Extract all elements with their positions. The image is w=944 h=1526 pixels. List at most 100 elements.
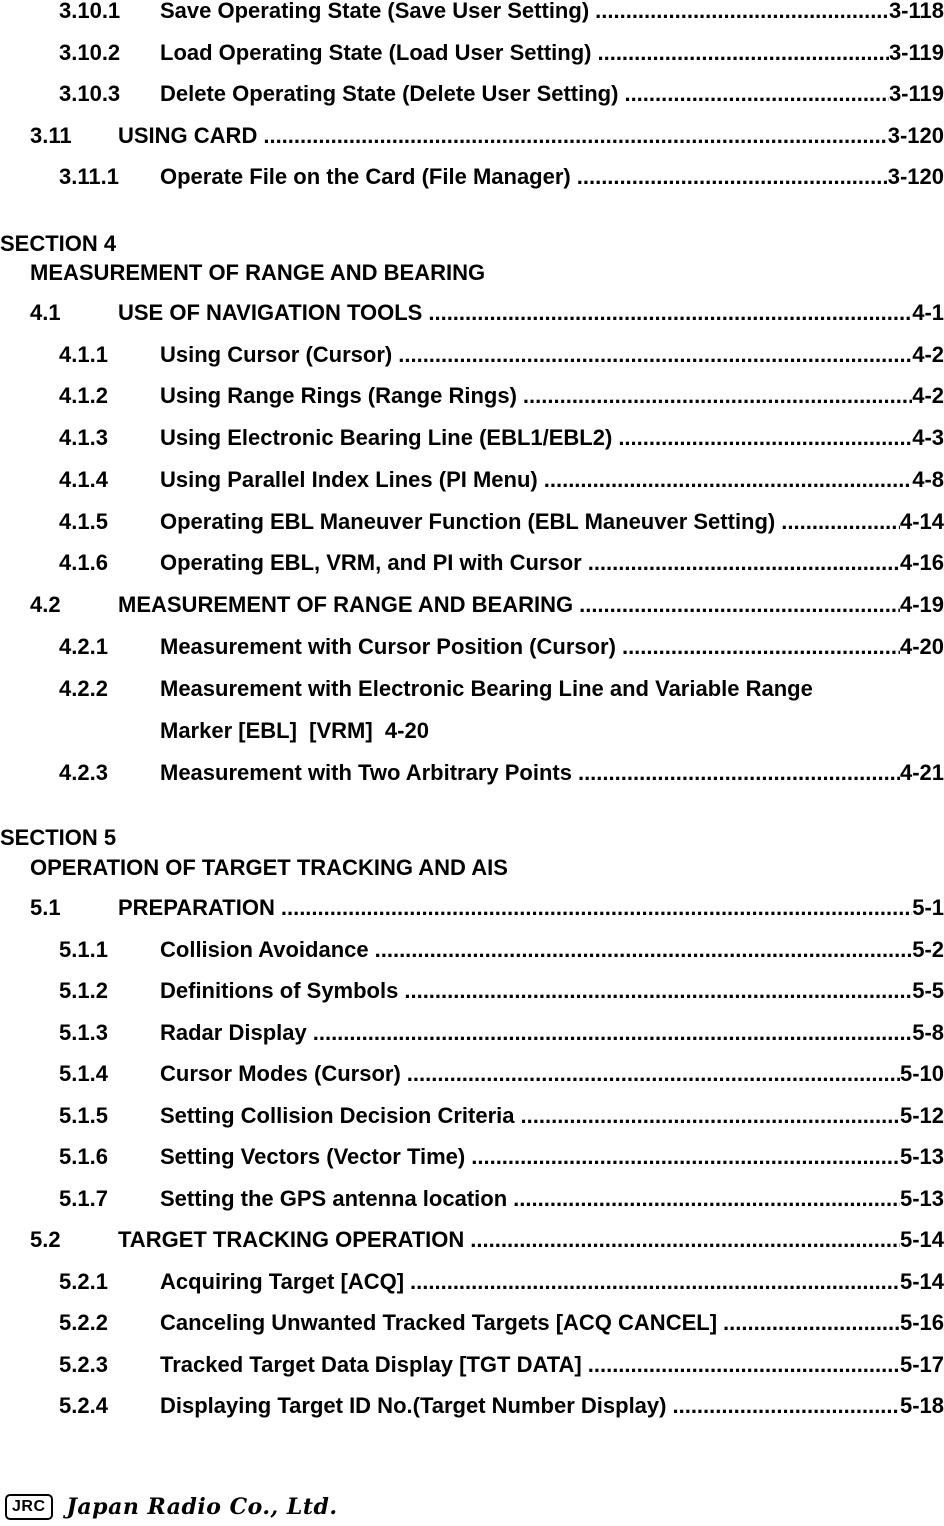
toc-entry-line: PREPARATION 5-1 bbox=[118, 893, 944, 923]
toc-entry-page: 3-120 bbox=[887, 162, 944, 192]
toc-entry-title: Operating EBL Maneuver Function (EBL Man… bbox=[160, 506, 782, 537]
jrc-logo: JRC bbox=[5, 1494, 53, 1520]
toc-entry-4-2-1[interactable]: 4.2.1 Measurement with Cursor Position (C… bbox=[0, 631, 944, 662]
toc-entry-line: Using Electronic Bearing Line (EBL1/EBL2… bbox=[160, 423, 944, 454]
toc-entry-line: Operating EBL Maneuver Function (EBL Man… bbox=[160, 506, 944, 537]
toc-entry-5-2[interactable]: 5.2 TARGET TRACKING OPERATION 5-14 bbox=[0, 1225, 944, 1255]
toc-entry-3-10-2[interactable]: 3.10.2 Load Operating State (Load User Se… bbox=[0, 37, 944, 68]
dot-leader bbox=[544, 465, 912, 495]
toc-entry-title: Canceling Unwanted Tracked Targets [ACQ … bbox=[160, 1308, 724, 1338]
toc-entry-title: Measurement with Cursor Position (Cursor… bbox=[160, 631, 622, 662]
toc-entry-4-1-2[interactable]: 4.1.2 Using Range Rings (Range Rings) 4-2 bbox=[0, 381, 944, 412]
toc-entry-3-10-1[interactable]: 3.10.1 Save Operating State (Save User Se… bbox=[0, 0, 944, 26]
toc-entry-5-1-5[interactable]: 5.1.5 Setting Collision Decision Criteria… bbox=[0, 1100, 944, 1131]
dot-leader bbox=[375, 935, 913, 965]
dot-leader bbox=[595, 0, 889, 26]
toc-entry-title-line2[interactable]: Marker [EBL] [VRM] 4-20 bbox=[160, 716, 429, 746]
dot-leader bbox=[624, 79, 888, 109]
toc-entry-number: 3.10.1 bbox=[59, 0, 121, 23]
toc-entry-number: 5.2 bbox=[30, 1227, 61, 1252]
toc-entry-page: 3-118 bbox=[888, 0, 944, 26]
toc-entry-number: 5.1.3 bbox=[59, 1019, 108, 1045]
dot-leader bbox=[597, 38, 888, 68]
toc-entry-5-2-3[interactable]: 5.2.3 Tracked Target Data Display [TGT DA… bbox=[0, 1349, 944, 1380]
toc-entry-3-11-1[interactable]: 3.11.1 Operate File on the Card (File Man… bbox=[0, 162, 944, 192]
toc-entry-page: 5-17 bbox=[899, 1349, 944, 1380]
dot-leader bbox=[410, 1267, 900, 1297]
toc-entry-4-2-3[interactable]: 4.2.3 Measurement with Two Arbitrary Poi… bbox=[0, 758, 944, 788]
dot-leader bbox=[398, 340, 912, 370]
toc-entry-title: Measurement with Two Arbitrary Points bbox=[160, 758, 578, 788]
toc-entry-number: 3.11.1 bbox=[59, 164, 119, 189]
toc-entry-line: Tracked Target Data Display [TGT DATA] 5-… bbox=[160, 1349, 944, 1380]
dot-leader bbox=[263, 121, 887, 151]
toc-entry-4-1[interactable]: 4.1 USE OF NAVIGATION TOOLS 4-1 bbox=[0, 298, 944, 328]
dot-leader bbox=[281, 893, 912, 923]
toc-entry-title: Using Cursor (Cursor) bbox=[160, 339, 399, 370]
toc-entry-line: Using Parallel Index Lines (PI Menu) 4-8 bbox=[160, 464, 944, 495]
toc-entry-line: MEASUREMENT OF RANGE AND BEARING 4-19 bbox=[118, 589, 944, 620]
toc-entry-title: Save Operating State (Save User Setting) bbox=[160, 0, 596, 26]
toc-entry-5-1[interactable]: 5.1 PREPARATION 5-1 bbox=[0, 893, 944, 923]
toc-entry-5-1-1[interactable]: 5.1.1 Collision Avoidance 5-2 bbox=[0, 934, 944, 965]
toc-entry-4-1-4[interactable]: 4.1.4 Using Parallel Index Lines (PI Menu… bbox=[0, 464, 944, 495]
toc-entry-5-1-7[interactable]: 5.1.7 Setting the GPS antenna location 5-1… bbox=[0, 1183, 944, 1214]
toc-entry-number: 5.1.2 bbox=[59, 978, 108, 1003]
toc-entry-4-2[interactable]: 4.2 MEASUREMENT OF RANGE AND BEARING 4-19 bbox=[0, 589, 944, 620]
toc-entry-line: Setting Collision Decision Criteria 5-12 bbox=[160, 1100, 944, 1131]
toc-entry-title: Collision Avoidance bbox=[160, 934, 375, 965]
toc-entry-line: Collision Avoidance 5-2 bbox=[160, 934, 944, 965]
toc-entry-5-1-2[interactable]: 5.1.2 Definitions of Symbols 5-5 bbox=[0, 976, 944, 1006]
toc-entry-4-2-2[interactable]: 4.2.2 Measurement with Electronic Bearin… bbox=[0, 674, 944, 704]
toc-entry-page: 4-21 bbox=[899, 758, 944, 788]
toc-entry-page: 5-13 bbox=[899, 1183, 944, 1214]
toc-entry-page: 5-2 bbox=[912, 934, 944, 965]
toc-entry-5-1-3[interactable]: 5.1.3 Radar Display 5-8 bbox=[0, 1017, 944, 1048]
dot-leader bbox=[577, 162, 888, 192]
toc-entry-number: 4.2.2 bbox=[59, 676, 108, 701]
section-5-label: SECTION 5 bbox=[0, 825, 117, 850]
dot-leader bbox=[618, 423, 912, 453]
toc-entry-line: Setting the GPS antenna location 5-13 bbox=[160, 1183, 944, 1214]
toc-entry-3-10-3[interactable]: 3.10.3 Delete Operating State (Delete Use… bbox=[0, 79, 944, 109]
toc-entry-line: Definitions of Symbols 5-5 bbox=[160, 976, 944, 1006]
toc-entry-4-1-5[interactable]: 4.1.5 Operating EBL Maneuver Function (EB… bbox=[0, 506, 944, 537]
toc-entry-5-1-4[interactable]: 5.1.4 Cursor Modes (Cursor) 5-10 bbox=[0, 1059, 944, 1089]
toc-entry-line: Delete Operating State (Delete User Sett… bbox=[160, 79, 944, 109]
toc-entry-5-2-2[interactable]: 5.2.2 Canceling Unwanted Tracked Targets … bbox=[0, 1308, 944, 1338]
toc-entry-line: Using Range Rings (Range Rings) 4-2 bbox=[160, 381, 944, 412]
toc-entry-number: 5.2.3 bbox=[59, 1351, 108, 1377]
toc-entry-number: 5.1 bbox=[30, 895, 61, 920]
dot-leader bbox=[672, 1391, 899, 1421]
toc-entry-page: 4-2 bbox=[912, 381, 944, 412]
dot-leader bbox=[588, 548, 900, 578]
dot-leader bbox=[471, 1142, 900, 1172]
dot-leader bbox=[313, 1018, 912, 1048]
toc-entry-number: 5.1.5 bbox=[59, 1102, 108, 1128]
toc-entry-page: 5-12 bbox=[899, 1100, 944, 1131]
toc-entry-3-11[interactable]: 3.11 USING CARD 3-120 bbox=[0, 120, 944, 151]
toc-entry-4-1-3[interactable]: 4.1.3 Using Electronic Bearing Line (EBL1… bbox=[0, 423, 944, 454]
toc-entry-5-1-6[interactable]: 5.1.6 Setting Vectors (Vector Time) 5-13 bbox=[0, 1142, 944, 1172]
toc-entry-title: Using Parallel Index Lines (PI Menu) bbox=[160, 464, 544, 495]
toc-entry-4-1-1[interactable]: 4.1.1 Using Cursor (Cursor) 4-2 bbox=[0, 339, 944, 370]
toc-entry-5-2-1[interactable]: 5.2.1 Acquiring Target [ACQ] 5-14 bbox=[0, 1266, 944, 1297]
toc-entry-line: Acquiring Target [ACQ] 5-14 bbox=[160, 1266, 944, 1297]
toc-entry-4-1-6[interactable]: 4.1.6 Operating EBL, VRM, and PI with Cur… bbox=[0, 548, 944, 579]
toc-entry-title: Displaying Target ID No.(Target Number D… bbox=[160, 1391, 673, 1421]
toc-entry-number: 4.1 bbox=[30, 300, 61, 325]
toc-entry-page: 5-5 bbox=[912, 976, 944, 1006]
toc-entry-title: Setting the GPS antenna location bbox=[160, 1183, 514, 1214]
dot-leader bbox=[407, 1059, 900, 1089]
toc-entry-title-line1: Measurement with Electronic Bearing Line… bbox=[160, 676, 813, 701]
toc-entry-number: 5.2.2 bbox=[59, 1310, 108, 1335]
toc-entry-page: 5-8 bbox=[912, 1017, 944, 1048]
toc-entry-page: 4-1 bbox=[912, 298, 944, 328]
toc-entry-title: USE OF NAVIGATION TOOLS bbox=[118, 298, 429, 328]
toc-entry-5-2-4[interactable]: 5.2.4 Displaying Target ID No.(Target Num… bbox=[0, 1391, 944, 1421]
toc-entry-page: 5-14 bbox=[899, 1266, 944, 1297]
toc-entry-number: 4.2.1 bbox=[59, 633, 108, 659]
toc-entry-number: 5.1.1 bbox=[59, 936, 108, 962]
toc-entry-line: Cursor Modes (Cursor) 5-10 bbox=[160, 1059, 944, 1089]
toc-entry-page: 4-14 bbox=[899, 506, 944, 537]
